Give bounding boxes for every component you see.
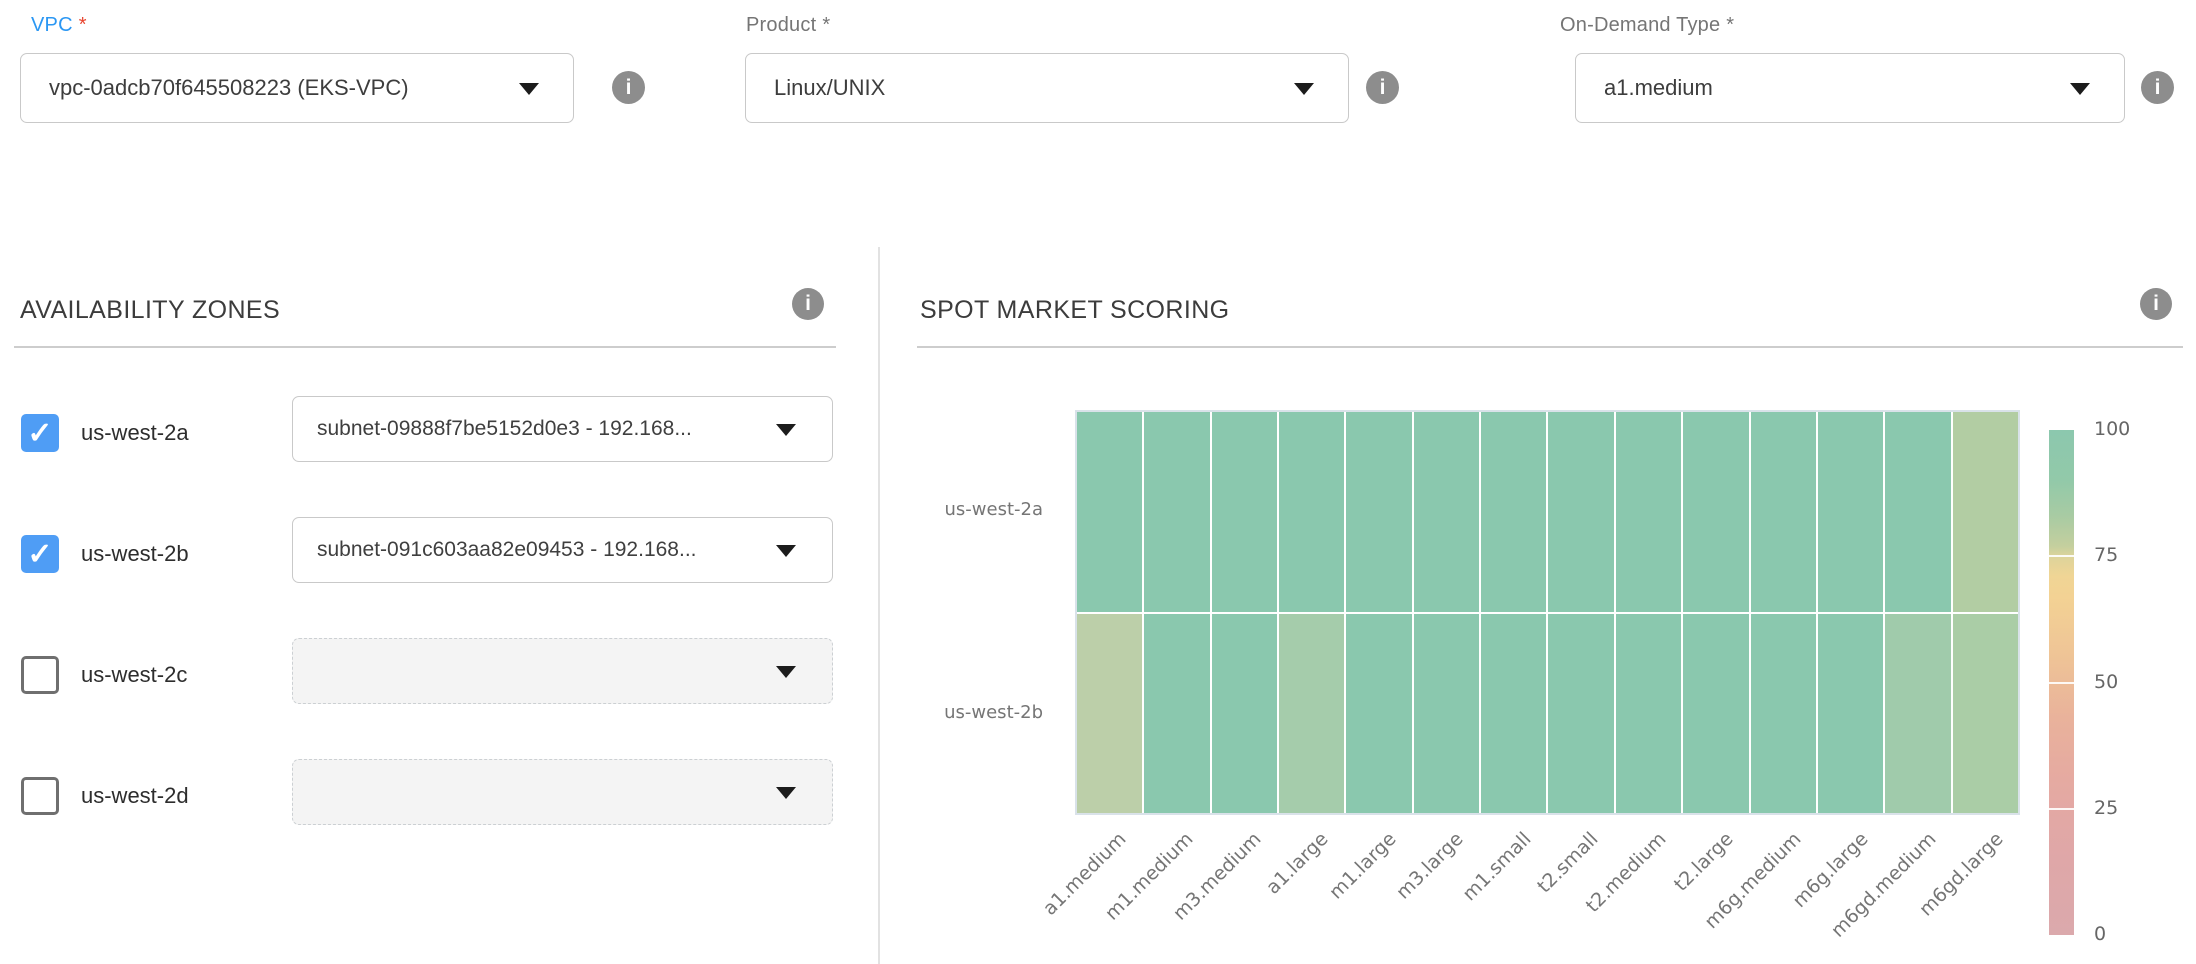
zone-checkbox-us-west-2d[interactable]: ✓ — [21, 777, 59, 815]
heatmap-cell-us-west-2a-m6g.large — [1818, 412, 1883, 612]
heatmap-cell-us-west-2a-m1.small — [1481, 412, 1546, 612]
chevron-down-icon — [776, 787, 796, 799]
heatmap-cell-us-west-2a-t2.small — [1548, 412, 1613, 612]
heatmap-x-label: a1.medium — [973, 828, 1130, 964]
colorbar-hairline — [2049, 555, 2074, 557]
availability-zones-title: AVAILABILITY ZONES — [20, 296, 280, 325]
vpc-select[interactable]: vpc-0adcb70f645508223 (EKS-VPC) — [20, 53, 574, 123]
product-label-text: Product — [746, 14, 816, 36]
heatmap-cell-us-west-2b-m6gd.large — [1953, 614, 2018, 814]
heatmap-cell-us-west-2b-t2.large — [1683, 614, 1748, 814]
chevron-down-icon — [776, 666, 796, 678]
heatmap-cell-us-west-2b-m1.medium — [1144, 614, 1209, 814]
heatmap-cell-us-west-2b-m3.medium — [1212, 614, 1277, 814]
product-select[interactable]: Linux/UNIX — [745, 53, 1349, 123]
on-demand-type-label: On-Demand Type * — [1560, 14, 1734, 37]
heatmap-cell-us-west-2a-t2.medium — [1616, 412, 1681, 612]
subnet-select-us-west-2b[interactable]: subnet-091c603aa82e09453 - 192.168... — [292, 517, 833, 583]
zone-label-us-west-2b: us-west-2b — [81, 541, 189, 567]
spot-market-scoring-info-icon[interactable]: i — [2140, 288, 2172, 320]
heatmap-cell-us-west-2a-a1.large — [1279, 412, 1344, 612]
zone-label-us-west-2a: us-west-2a — [81, 420, 189, 446]
on-demand-type-select-value: a1.medium — [1576, 75, 2124, 101]
heatmap-cell-us-west-2a-m3.large — [1414, 412, 1479, 612]
subnet-select-us-west-2d[interactable] — [292, 759, 833, 825]
on-demand-type-select[interactable]: a1.medium — [1575, 53, 2125, 123]
zone-checkbox-us-west-2c[interactable]: ✓ — [21, 656, 59, 694]
availability-zones-divider — [14, 346, 836, 348]
info-glyph: i — [626, 76, 632, 100]
heatmap-cell-us-west-2a-m6g.medium — [1751, 412, 1816, 612]
colorbar-tick-0: 0 — [2094, 923, 2106, 945]
chevron-down-icon — [1294, 83, 1314, 95]
product-info-icon[interactable]: i — [1366, 71, 1399, 104]
zone-checkbox-us-west-2b[interactable]: ✓ — [21, 535, 59, 573]
subnet-select-value: subnet-09888f7be5152d0e3 - 192.168... — [293, 417, 832, 441]
info-glyph: i — [2155, 76, 2161, 100]
vpc-required-asterisk: * — [79, 14, 87, 36]
heatmap-cell-us-west-2a-t2.large — [1683, 412, 1748, 612]
heatmap-cell-us-west-2a-m6gd.large — [1953, 412, 2018, 612]
colorbar-tick-25: 25 — [2094, 797, 2118, 819]
colorbar-tick-100: 100 — [2094, 418, 2130, 440]
heatmap-cell-us-west-2b-m6g.medium — [1751, 614, 1816, 814]
heatmap-cell-us-west-2b-m1.small — [1481, 614, 1546, 814]
colorbar-hairline — [2049, 808, 2074, 810]
heatmap-cell-us-west-2b-m3.large — [1414, 614, 1479, 814]
subnet-select-us-west-2a[interactable]: subnet-09888f7be5152d0e3 - 192.168... — [292, 396, 833, 462]
heatmap-y-label: us-west-2a — [863, 499, 1043, 520]
heatmap-cell-us-west-2b-a1.medium — [1077, 614, 1142, 814]
colorbar-tick-75: 75 — [2094, 544, 2118, 566]
availability-zones-info-icon[interactable]: i — [792, 288, 824, 320]
panel-vertical-divider — [878, 247, 880, 964]
chevron-down-icon — [2070, 83, 2090, 95]
spot-market-scoring-title: SPOT MARKET SCORING — [920, 296, 1230, 325]
heatmap-cell-us-west-2a-a1.medium — [1077, 412, 1142, 612]
product-select-value: Linux/UNIX — [746, 75, 1348, 101]
colorbar-hairline — [2049, 682, 2074, 684]
heatmap-cell-us-west-2a-m1.large — [1346, 412, 1411, 612]
heatmap-cell-us-west-2b-t2.small — [1548, 614, 1613, 814]
chevron-down-icon — [519, 83, 539, 95]
heatmap-cell-us-west-2b-m6g.large — [1818, 614, 1883, 814]
info-glyph: i — [805, 292, 811, 316]
heatmap-cell-us-west-2a-m1.medium — [1144, 412, 1209, 612]
heatmap-cell-us-west-2b-a1.large — [1279, 614, 1344, 814]
vpc-select-value: vpc-0adcb70f645508223 (EKS-VPC) — [21, 75, 573, 101]
info-glyph: i — [2153, 292, 2159, 316]
chevron-down-icon — [776, 424, 796, 436]
subnet-select-value: subnet-091c603aa82e09453 - 192.168... — [293, 538, 832, 562]
checkmark-icon: ✓ — [24, 538, 56, 571]
heatmap-y-label: us-west-2b — [863, 702, 1043, 723]
subnet-select-us-west-2c[interactable] — [292, 638, 833, 704]
zone-label-us-west-2d: us-west-2d — [81, 783, 189, 809]
zone-label-us-west-2c: us-west-2c — [81, 662, 187, 688]
colorbar-tick-50: 50 — [2094, 671, 2118, 693]
on-demand-type-required-asterisk: * — [1726, 14, 1734, 36]
chevron-down-icon — [776, 545, 796, 557]
checkmark-icon: ✓ — [24, 417, 56, 450]
vpc-label: VPC * — [31, 14, 87, 37]
spot-market-heatmap — [1075, 410, 2020, 815]
heatmap-cell-us-west-2b-t2.medium — [1616, 614, 1681, 814]
product-required-asterisk: * — [822, 14, 830, 36]
product-label: Product * — [746, 14, 830, 37]
spot-instance-config-screen: VPC * vpc-0adcb70f645508223 (EKS-VPC) i P… — [0, 0, 2196, 964]
heatmap-cell-us-west-2b-m1.large — [1346, 614, 1411, 814]
on-demand-type-label-text: On-Demand Type — [1560, 14, 1720, 36]
on-demand-type-info-icon[interactable]: i — [2141, 71, 2174, 104]
heatmap-cell-us-west-2a-m6gd.medium — [1885, 412, 1950, 612]
zone-checkbox-us-west-2a[interactable]: ✓ — [21, 414, 59, 452]
vpc-info-icon[interactable]: i — [612, 71, 645, 104]
vpc-label-text: VPC — [31, 14, 73, 36]
heatmap-cell-us-west-2a-m3.medium — [1212, 412, 1277, 612]
spot-market-scoring-divider — [917, 346, 2183, 348]
info-glyph: i — [1380, 76, 1386, 100]
heatmap-cell-us-west-2b-m6gd.medium — [1885, 614, 1950, 814]
